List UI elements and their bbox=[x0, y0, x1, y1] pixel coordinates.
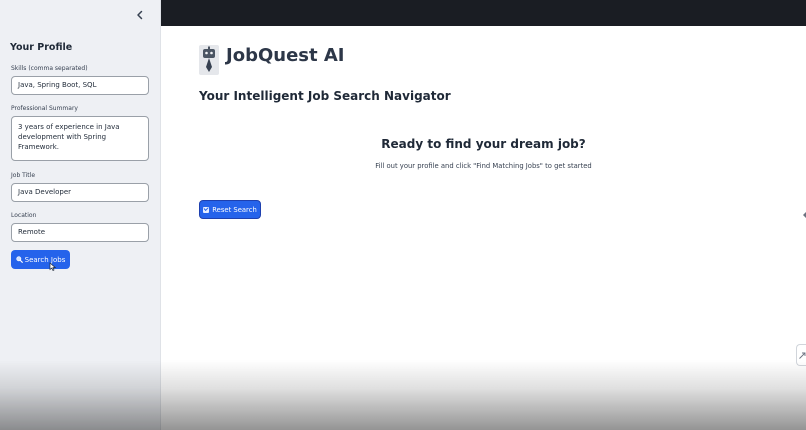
empty-state-title: Ready to find your dream job? bbox=[381, 137, 586, 151]
chevron-left-icon[interactable] bbox=[134, 9, 146, 21]
summary-textarea[interactable]: 3 years of experience in Java developmen… bbox=[11, 116, 149, 161]
search-jobs-button[interactable]: Search Jobs bbox=[11, 250, 70, 269]
reset-search-button[interactable]: Reset Search bbox=[199, 200, 261, 219]
location-label: Location bbox=[11, 212, 37, 219]
summary-label: Professional Summary bbox=[11, 105, 78, 112]
reset-search-label: Reset Search bbox=[212, 205, 257, 214]
robot-logo-icon bbox=[199, 45, 219, 75]
sidebar-title: Your Profile bbox=[10, 42, 73, 53]
job-title-input[interactable]: Java Developer bbox=[11, 183, 149, 202]
magnifier-icon bbox=[15, 256, 23, 263]
skills-label: Skills (comma separated) bbox=[11, 65, 88, 72]
skills-input[interactable]: Java, Spring Boot, SQL bbox=[11, 76, 149, 95]
page-subtitle: Your Intelligent Job Search Navigator bbox=[199, 89, 451, 103]
sidebar: Your Profile Skills (comma separated) Ja… bbox=[0, 0, 161, 430]
search-jobs-label: Search Jobs bbox=[24, 255, 66, 264]
expand-icon[interactable] bbox=[796, 344, 806, 366]
top-header-bar bbox=[161, 0, 806, 26]
job-title-label: Job Title bbox=[11, 172, 36, 179]
location-input[interactable]: Remote bbox=[11, 223, 149, 242]
empty-state-text: Fill out your profile and click "Find Ma… bbox=[375, 162, 592, 170]
app-title: JobQuest AI bbox=[226, 45, 345, 66]
mouse-cursor-icon bbox=[49, 262, 57, 271]
checkbox-icon bbox=[203, 206, 210, 213]
